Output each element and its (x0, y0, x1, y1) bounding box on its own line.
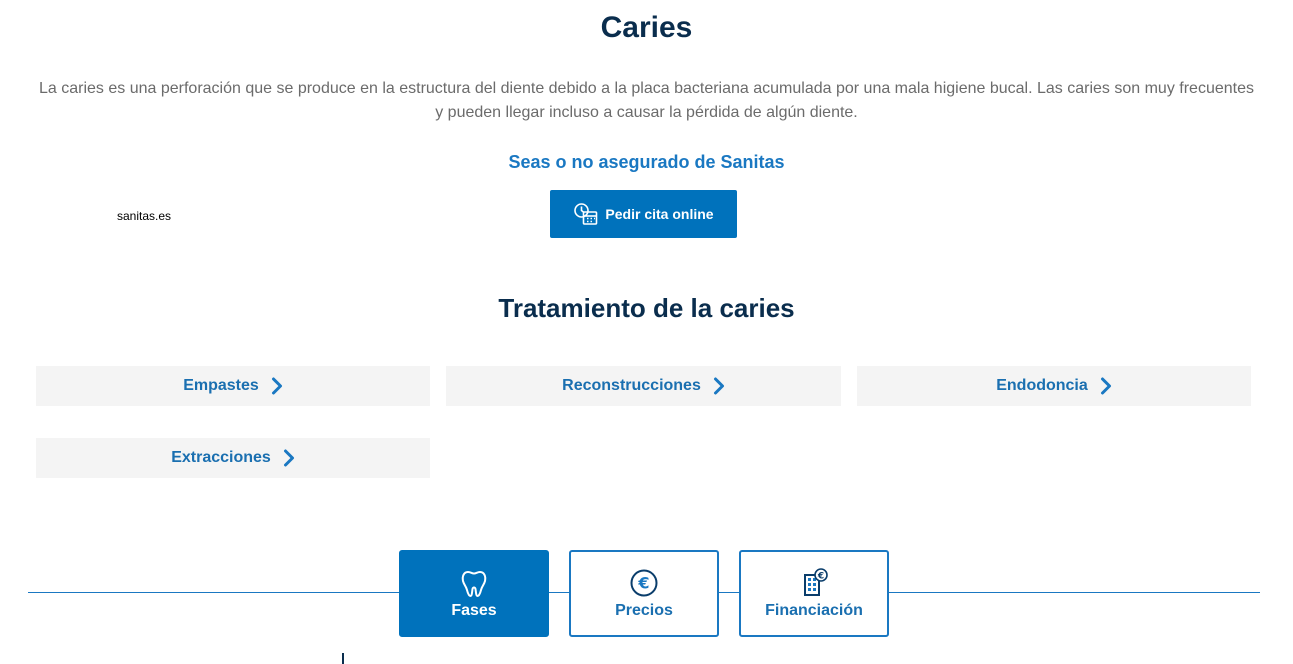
chevron-right-icon (271, 377, 283, 395)
treatment-section-title: Tratamiento de la caries (498, 293, 795, 323)
chevron-right-icon (1100, 377, 1112, 395)
tooth-icon (459, 568, 489, 598)
treatment-item-label: Endodoncia (996, 377, 1088, 394)
tab-financiacion[interactable]: € Financiación (739, 550, 889, 637)
chevron-right-icon (713, 377, 725, 395)
book-appointment-button[interactable]: Pedir cita online (550, 190, 737, 238)
insurance-subheading: Seas o no asegurado de Sanitas (508, 152, 785, 172)
treatment-item-label: Reconstrucciones (562, 377, 701, 394)
treatment-item-label: Empastes (183, 377, 259, 394)
tab-label: Precios (615, 601, 673, 619)
source-watermark: sanitas.es (117, 209, 172, 223)
content-marker-line (342, 653, 344, 664)
euro-icon: € (629, 568, 659, 598)
treatment-item-reconstrucciones[interactable]: Reconstrucciones (446, 366, 841, 406)
treatment-item-label: Extracciones (171, 449, 271, 466)
intro-paragraph: La caries es una perforación que se prod… (39, 80, 1254, 121)
tab-label: Fases (451, 601, 497, 619)
tab-precios[interactable]: € Precios (569, 550, 719, 637)
tab-fases[interactable]: Fases (399, 550, 549, 637)
chevron-right-icon (283, 449, 295, 467)
treatment-item-empastes[interactable]: Empastes (36, 366, 430, 406)
book-appointment-label: Pedir cita online (605, 206, 714, 222)
financing-building-icon: € (799, 567, 829, 598)
treatment-item-extracciones[interactable]: Extracciones (36, 438, 430, 478)
svg-text:€: € (637, 573, 649, 592)
tab-label: Financiación (765, 601, 863, 619)
treatment-item-endodoncia[interactable]: Endodoncia (857, 366, 1251, 406)
page-title: Caries (600, 11, 693, 44)
calendar-clock-icon (573, 202, 599, 226)
svg-text:€: € (817, 571, 824, 581)
